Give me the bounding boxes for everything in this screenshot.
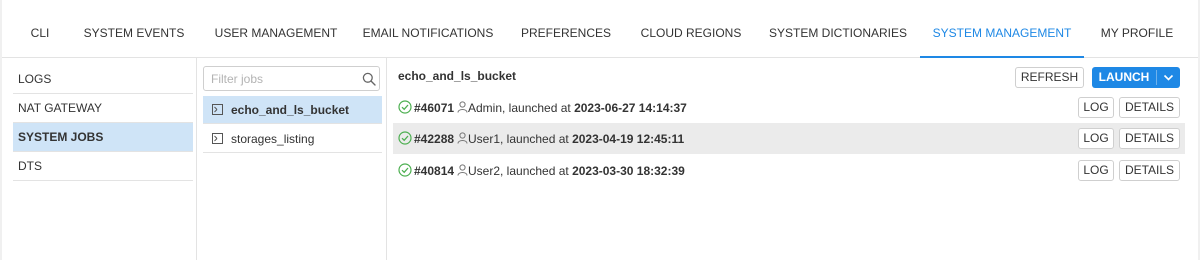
details-button[interactable]: DETAILS [1119,97,1180,118]
run-launch-info: Admin, launched at 2023-06-27 14:14:37 [468,101,687,115]
search-icon[interactable] [362,72,376,86]
user-icon [457,164,468,176]
job-name: echo_and_ls_bucket [231,103,350,117]
launch-button[interactable]: LAUNCH [1092,67,1156,88]
run-user-text: Admin, launched at [468,101,575,115]
tab-cloud-regions[interactable]: CLOUD REGIONS [638,0,744,58]
refresh-button[interactable]: REFRESH [1015,67,1084,88]
log-button[interactable]: LOG [1078,97,1114,118]
details-button[interactable]: DETAILS [1119,160,1180,181]
job-run-row: #46071 Admin, launched at 2023-06-27 14:… [393,92,1185,123]
check-circle-icon [398,131,412,145]
job-run-row: #42288 User1, launched at 2023-04-19 12:… [393,123,1185,154]
chevron-down-icon[interactable] [1157,67,1180,88]
tab-email-notifications[interactable]: EMAIL NOTIFICATIONS [362,0,494,58]
tab-preferences[interactable]: PREFERENCES [518,0,614,58]
app-frame: CLI SYSTEM EVENTS USER MANAGEMENT EMAIL … [2,0,1198,260]
tab-system-management[interactable]: SYSTEM MANAGEMENT [920,0,1084,58]
tab-system-events[interactable]: SYSTEM EVENTS [82,0,186,58]
sidebar-item-logs[interactable]: LOGS [13,65,193,94]
jobs-panel: echo_and_ls_bucket storages_listing [198,58,387,260]
sidebar-item-system-jobs[interactable]: SYSTEM JOBS [13,123,193,152]
run-id: #46071 [414,101,455,115]
run-time: 2023-03-30 18:32:39 [572,164,685,178]
tab-system-dictionaries[interactable]: SYSTEM DICTIONARIES [766,0,910,58]
run-id: #40814 [414,164,455,178]
job-detail-panel: echo_and_ls_bucket REFRESH LAUNCH #46071… [388,58,1198,260]
check-circle-icon [398,100,412,114]
check-circle-icon [398,163,412,177]
job-file-icon [212,104,223,115]
system-management-sidebar: LOGS NAT GATEWAY SYSTEM JOBS DTS [2,58,197,260]
sidebar-item-dts[interactable]: DTS [13,152,193,181]
log-button[interactable]: LOG [1078,128,1114,149]
run-user-text: User1, launched at [468,132,573,146]
user-icon [457,132,468,144]
job-item-storages-listing[interactable]: storages_listing [203,125,382,153]
job-title: echo_and_ls_bucket [398,69,517,83]
filter-jobs-input[interactable] [203,66,380,91]
job-name: storages_listing [231,132,315,146]
details-button[interactable]: DETAILS [1119,128,1180,149]
run-time: 2023-06-27 14:14:37 [574,101,687,115]
top-tab-bar: CLI SYSTEM EVENTS USER MANAGEMENT EMAIL … [2,0,1198,58]
tab-cli[interactable]: CLI [22,0,58,58]
run-id: #42288 [414,132,455,146]
user-icon [457,101,468,113]
launch-button-group: LAUNCH [1092,67,1180,88]
tab-my-profile[interactable]: MY PROFILE [1096,0,1178,58]
log-button[interactable]: LOG [1078,160,1114,181]
run-launch-info: User1, launched at 2023-04-19 12:45:11 [468,132,684,146]
job-run-row: #40814 User2, launched at 2023-03-30 18:… [393,155,1185,186]
tab-user-management[interactable]: USER MANAGEMENT [210,0,342,58]
run-launch-info: User2, launched at 2023-03-30 18:32:39 [468,164,685,178]
run-user-text: User2, launched at [468,164,573,178]
sidebar-item-nat-gateway[interactable]: NAT GATEWAY [13,94,193,123]
job-file-icon [212,133,223,144]
run-time: 2023-04-19 12:45:11 [572,132,685,146]
job-item-echo-and-ls-bucket[interactable]: echo_and_ls_bucket [203,96,382,124]
